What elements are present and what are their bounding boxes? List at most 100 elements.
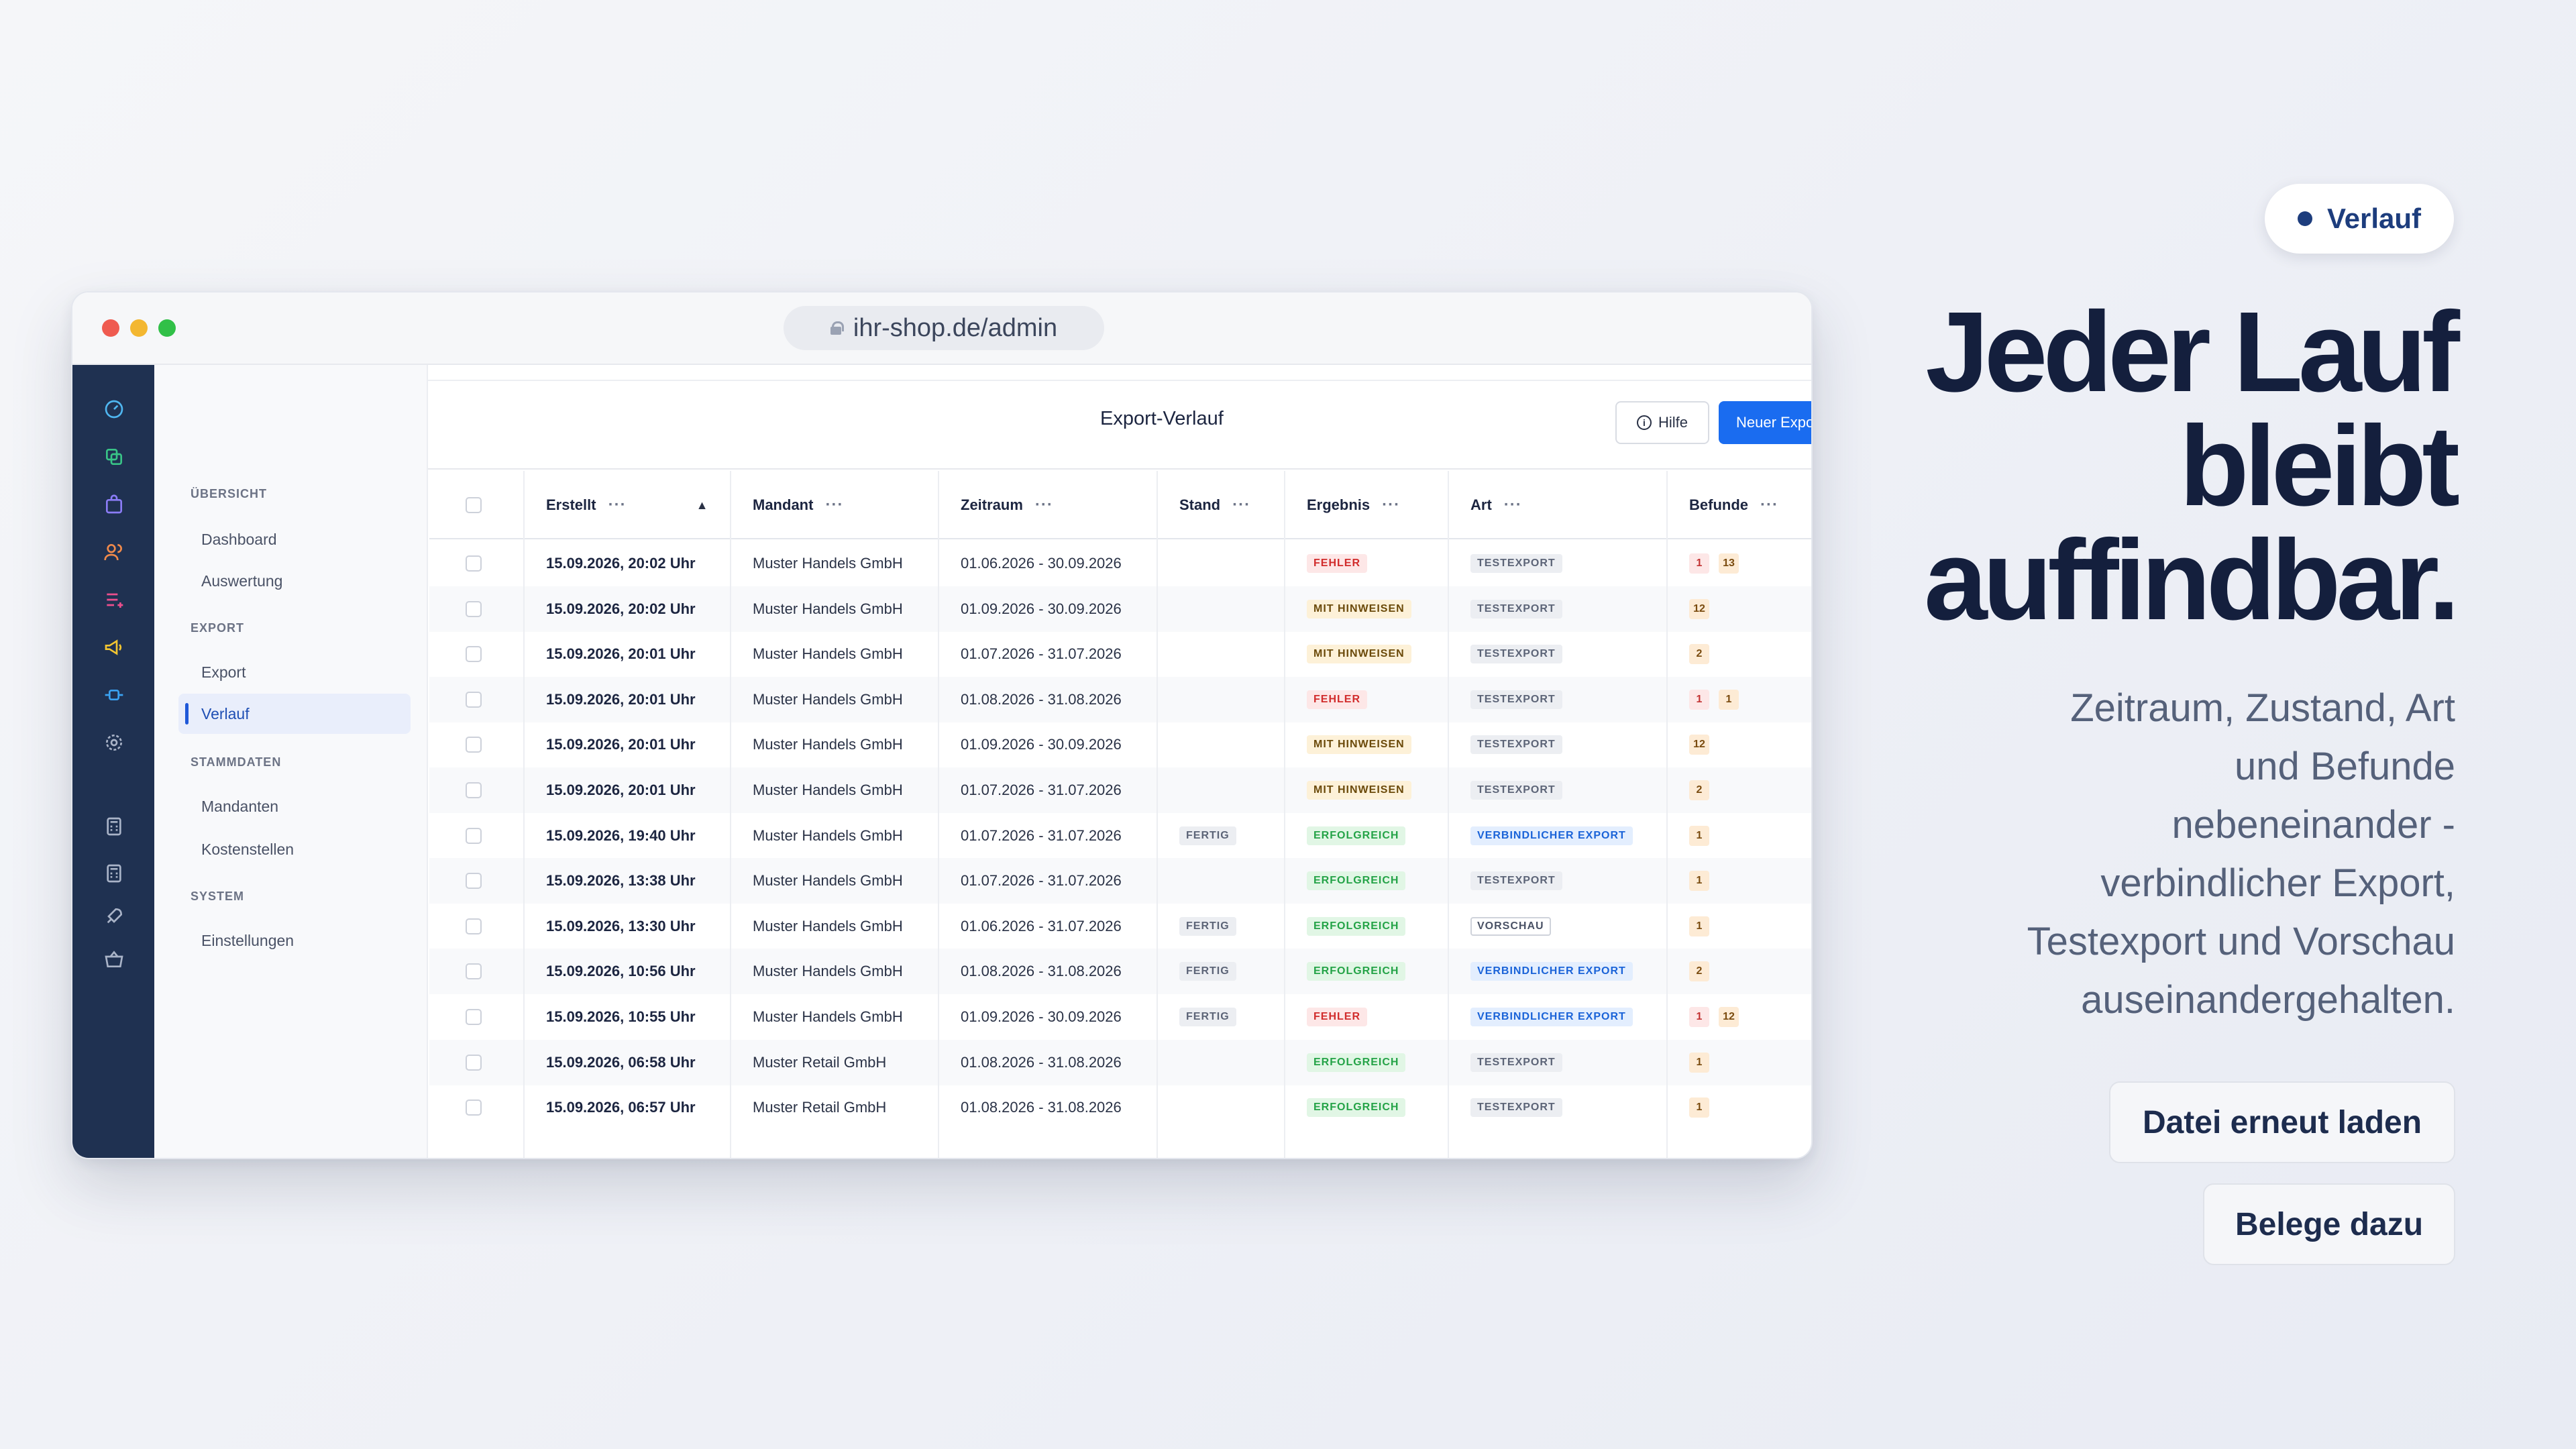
- cell-stand: [1158, 722, 1179, 767]
- finding-count-badge: 1: [1689, 689, 1709, 710]
- row-checkbox[interactable]: [466, 873, 482, 890]
- select-all-checkbox[interactable]: [466, 497, 482, 513]
- megaphone-icon[interactable]: [103, 637, 125, 658]
- receipts-button[interactable]: Belege dazu: [2203, 1183, 2455, 1265]
- column-header-befunde[interactable]: Befunde ···: [1668, 471, 1778, 539]
- cell-mandant: Muster Handels GmbH: [753, 872, 903, 890]
- row-checkbox[interactable]: [466, 646, 482, 663]
- column-menu-icon[interactable]: ···: [825, 496, 843, 515]
- calculator-icon[interactable]: [103, 863, 125, 884]
- column-menu-icon[interactable]: ···: [608, 496, 627, 515]
- result-badge: ERFOLGREICH: [1307, 1053, 1406, 1072]
- column-header-zeitraum[interactable]: Zeitraum ···: [939, 471, 1053, 539]
- sidebar-item-dashboard[interactable]: Dashboard: [178, 519, 411, 559]
- table-row[interactable]: 15.09.2026, 10:55 Uhr Muster Handels GmbH…: [429, 994, 1811, 1040]
- finding-count-badge: 2: [1689, 961, 1709, 982]
- row-checkbox[interactable]: [466, 782, 482, 798]
- bag-icon[interactable]: [103, 494, 125, 515]
- info-icon: i: [1636, 415, 1652, 430]
- column-header-mandant[interactable]: Mandant ···: [731, 471, 843, 539]
- row-checkbox[interactable]: [466, 1009, 482, 1025]
- cell-zeitraum: 01.08.2026 - 31.08.2026: [961, 963, 1122, 980]
- finding-count-badge: 1: [1689, 553, 1709, 574]
- cell-zeitraum: 01.07.2026 - 31.07.2026: [961, 645, 1122, 663]
- basket-icon[interactable]: [103, 949, 125, 970]
- row-checkbox[interactable]: [466, 737, 482, 753]
- close-window-button[interactable]: [102, 319, 119, 337]
- stand-badge: FERTIG: [1179, 916, 1236, 936]
- maximize-window-button[interactable]: [158, 319, 176, 337]
- row-checkbox[interactable]: [466, 918, 482, 934]
- address-bar[interactable]: ihr-shop.de/admin: [784, 306, 1104, 350]
- sort-ascending-icon[interactable]: ▲: [696, 498, 708, 513]
- row-checkbox-cell: [449, 858, 482, 904]
- row-checkbox[interactable]: [466, 691, 482, 708]
- column-header-art[interactable]: Art ···: [1449, 471, 1522, 539]
- column-menu-icon[interactable]: ···: [1504, 496, 1522, 515]
- gear-icon[interactable]: [103, 732, 125, 753]
- address-bar-url: ihr-shop.de/admin: [853, 313, 1058, 342]
- column-header-ergebnis[interactable]: Ergebnis ···: [1285, 471, 1400, 539]
- cell-mandant: Muster Handels GmbH: [753, 736, 903, 753]
- cell-erstellt: 15.09.2026, 20:01 Uhr: [546, 690, 696, 708]
- table-row[interactable]: 15.09.2026, 13:38 Uhr Muster Handels GmbH…: [429, 858, 1811, 904]
- row-checkbox[interactable]: [466, 827, 482, 844]
- table-row[interactable]: 15.09.2026, 20:01 Uhr Muster Handels GmbH…: [429, 767, 1811, 813]
- nav-section-title: STAMMDATEN: [191, 755, 282, 769]
- row-checkbox[interactable]: [466, 555, 482, 572]
- table-row[interactable]: 15.09.2026, 06:58 Uhr Muster Retail GmbH 0…: [429, 1039, 1811, 1085]
- table-row[interactable]: 15.09.2026, 20:01 Uhr Muster Handels GmbH…: [429, 676, 1811, 722]
- row-checkbox[interactable]: [466, 600, 482, 617]
- table-row[interactable]: 15.09.2026, 20:01 Uhr Muster Handels GmbH…: [429, 631, 1811, 677]
- lock-icon: [830, 321, 844, 335]
- cell-stand: [1158, 767, 1179, 813]
- row-checkbox-cell: [449, 994, 482, 1040]
- table-row[interactable]: 15.09.2026, 19:40 Uhr Muster Handels GmbH…: [429, 813, 1811, 859]
- row-checkbox[interactable]: [466, 1054, 482, 1071]
- type-badge: TESTEXPORT: [1470, 599, 1562, 619]
- table-row[interactable]: 15.09.2026, 06:57 Uhr Muster Retail GmbH 0…: [429, 1085, 1811, 1130]
- column-header-erstellt[interactable]: Erstellt ··· ▲: [525, 471, 708, 539]
- row-checkbox[interactable]: [466, 1099, 482, 1116]
- result-badge: MIT HINWEISEN: [1307, 599, 1411, 619]
- rocket-icon[interactable]: [103, 906, 125, 927]
- copy-icon[interactable]: [103, 446, 125, 468]
- reload-file-button[interactable]: Datei erneut laden: [2109, 1081, 2455, 1163]
- table-row[interactable]: 15.09.2026, 20:01 Uhr Muster Handels GmbH…: [429, 722, 1811, 767]
- list-icon[interactable]: [103, 589, 125, 610]
- table-row[interactable]: 15.09.2026, 20:02 Uhr Muster Handels GmbH…: [429, 586, 1811, 632]
- row-checkbox[interactable]: [466, 963, 482, 980]
- column-header-stand[interactable]: Stand ···: [1158, 471, 1250, 539]
- table-row[interactable]: 15.09.2026, 10:56 Uhr Muster Handels GmbH…: [429, 949, 1811, 995]
- table-row[interactable]: 15.09.2026, 20:02 Uhr Muster Handels GmbH…: [429, 541, 1811, 586]
- cell-art: TESTEXPORT: [1449, 631, 1562, 677]
- gauge-icon[interactable]: [103, 398, 125, 420]
- result-badge: ERFOLGREICH: [1307, 826, 1406, 845]
- row-checkbox-cell: [449, 813, 482, 859]
- plug-icon[interactable]: [103, 684, 125, 706]
- column-menu-icon[interactable]: ···: [1760, 496, 1778, 515]
- cell-stand: [1158, 541, 1179, 586]
- column-label: Mandant: [753, 496, 814, 513]
- cell-ergebnis: FEHLER: [1285, 994, 1367, 1040]
- users-icon[interactable]: [103, 541, 125, 563]
- cell-befunde: 1 12: [1668, 994, 1748, 1040]
- column-menu-icon[interactable]: ···: [1232, 496, 1250, 515]
- sidebar-item-auswertung[interactable]: Auswertung: [178, 561, 411, 601]
- minimize-window-button[interactable]: [130, 319, 148, 337]
- calculator-icon[interactable]: [103, 816, 125, 837]
- column-menu-icon[interactable]: ···: [1035, 496, 1053, 515]
- sidebar-item-einstellungen[interactable]: Einstellungen: [178, 920, 411, 961]
- column-label: Zeitraum: [961, 496, 1023, 513]
- cell-befunde: 12: [1668, 722, 1719, 767]
- column-menu-icon[interactable]: ···: [1382, 496, 1400, 515]
- sidebar-item-kostenstellen[interactable]: Kostenstellen: [178, 829, 411, 869]
- type-badge: VERBINDLICHER EXPORT: [1470, 1008, 1633, 1026]
- help-button[interactable]: i Hilfe: [1615, 401, 1709, 444]
- table-row[interactable]: 15.09.2026, 13:30 Uhr Muster Handels GmbH…: [429, 904, 1811, 949]
- sidebar-item-verlauf[interactable]: Verlauf: [178, 694, 411, 734]
- cell-erstellt: 15.09.2026, 13:38 Uhr: [546, 872, 696, 890]
- sidebar-item-mandanten[interactable]: Mandanten: [178, 786, 411, 826]
- sidebar-item-export[interactable]: Export: [178, 652, 411, 692]
- cell-ergebnis: FEHLER: [1285, 541, 1367, 586]
